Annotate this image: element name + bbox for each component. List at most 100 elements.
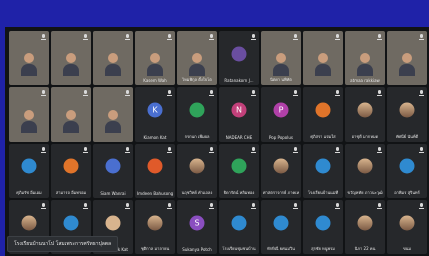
participant-tile[interactable]: ไหมพิกุล ตั้งใจโต	[177, 31, 217, 86]
mic-muted-icon	[83, 90, 88, 97]
participant-name: Pop Popolus	[269, 134, 293, 140]
participant-avatar	[399, 158, 415, 174]
participant-tile[interactable]	[93, 87, 133, 142]
meeting-gallery-view: Kasem Wah ไหมพิกุล ตั้งใจโต Ratanakorn J..…	[5, 27, 429, 256]
participant-name: ทัศนีย์ นันท์ดี	[395, 133, 419, 139]
participant-name: อาชุดี มากหมด	[351, 133, 379, 139]
participant-avatar: S	[189, 215, 205, 231]
mic-muted-icon	[41, 146, 46, 153]
participant-avatar: K	[147, 102, 163, 118]
mic-muted-icon	[83, 34, 88, 40]
participant-tile[interactable]: ศาสตราจารย์ ภาคเหนือ	[261, 143, 301, 198]
participant-tile[interactable]: ทัศนีย์ นันท์ดี	[387, 87, 427, 142]
participant-avatar	[231, 215, 247, 231]
participant-name: Imdeen Bahusongi	[137, 190, 173, 196]
mic-muted-icon	[209, 146, 214, 153]
participant-tile[interactable]: ชุติกาล มาลายน	[135, 199, 175, 254]
mic-muted-icon	[419, 146, 424, 153]
participant-name: โรงเรียนบ้านแม่ที	[307, 189, 339, 195]
participant-tile[interactable]: atmaa rakkiaw	[345, 31, 385, 86]
participant-name: ศาสตราจารย์ ภาคเหนือ	[263, 189, 299, 195]
participant-tile[interactable]: นิภา 22 คน	[345, 199, 385, 254]
participant-video-feed	[315, 53, 331, 77]
participant-tile[interactable]: Siam Wanrai	[93, 143, 133, 198]
mic-muted-icon	[125, 90, 130, 97]
participant-name: ธิดารัตน์ หลิมทอง	[223, 189, 255, 195]
participant-tile[interactable]: P Pop Popolus	[261, 87, 301, 142]
participant-name: นิภา 22 คน	[354, 246, 376, 251]
participant-tile[interactable]: กรกนก เพิ่มผล	[177, 87, 217, 142]
participant-avatar	[315, 215, 331, 231]
participant-tile[interactable]: นฤชวิทย์ คำแถลง	[177, 143, 217, 198]
participant-tile[interactable]: อาชุดี มากหมด	[345, 87, 385, 142]
participant-avatar	[357, 102, 373, 118]
mic-muted-icon	[335, 202, 340, 209]
participant-tile[interactable]	[303, 31, 343, 86]
participant-tile[interactable]: นิตยา นพิทัต	[261, 31, 301, 86]
participant-avatar	[399, 102, 415, 118]
participant-name: Ratanakorn J...	[224, 78, 254, 84]
participant-name: นิตยา นพิทัต	[270, 77, 292, 83]
participant-tile[interactable]: โรงเรียนชุมชนบ้าน	[219, 199, 259, 254]
participant-tile[interactable]: Kasem Wah	[135, 31, 175, 86]
participant-tile[interactable]	[9, 87, 49, 142]
participant-avatar	[147, 215, 163, 231]
mic-muted-icon	[419, 202, 424, 209]
participant-tile[interactable]: S Sukanya Potch	[177, 199, 217, 254]
participant-tile[interactable]: Ratanakorn J...	[219, 31, 259, 86]
participant-avatar	[189, 102, 205, 118]
participant-grid: Kasem Wah ไหมพิกุล ตั้งใจโต Ratanakorn J..…	[9, 31, 427, 254]
participant-name: NADEAR CHE	[225, 134, 253, 140]
participant-video-feed	[357, 53, 373, 77]
mic-muted-icon	[335, 34, 340, 40]
participant-tile[interactable]: สามารถ อิ่มทรอม	[51, 143, 91, 198]
participant-tile[interactable]	[93, 31, 133, 86]
mic-muted-icon	[377, 90, 382, 97]
participant-video-feed	[105, 53, 121, 77]
participant-tile[interactable]	[51, 31, 91, 86]
participant-tile[interactable]: ทักษิณี ยศแม่วิน	[261, 199, 301, 254]
participant-tile[interactable]	[9, 31, 49, 86]
mic-muted-icon	[251, 202, 256, 209]
participant-avatar	[189, 158, 205, 174]
mic-muted-icon	[293, 202, 298, 209]
participant-tile[interactable]: Imdeen Bahusongi	[135, 143, 175, 198]
participant-name: ขวัญหทัย ภาวนะวุฒิ	[347, 189, 383, 195]
participant-tile[interactable]: ศุภิมรัช อิ่มเอม	[9, 143, 49, 198]
participant-avatar	[231, 46, 247, 62]
participant-tile[interactable]: ธิดารัตน์ หลิมทอง	[219, 143, 259, 198]
participant-video-feed	[21, 109, 37, 133]
participant-tile[interactable]: สุรชัย หนูพรม	[303, 199, 343, 254]
participant-name: สุรชัย หนูพรม	[311, 246, 335, 251]
participant-tile[interactable]: อาพิมร สุรินทร์	[387, 143, 427, 198]
mic-muted-icon	[83, 146, 88, 153]
participant-video-feed	[189, 53, 205, 77]
participant-avatar	[231, 158, 247, 174]
participant-avatar	[105, 158, 121, 174]
mic-muted-icon	[419, 34, 424, 40]
participant-tile[interactable]: ศุภิสรา แจ่มใส	[303, 87, 343, 142]
mic-muted-icon	[209, 202, 214, 209]
participant-name: ชุติกาล มาลายน	[140, 246, 170, 251]
mic-muted-icon	[41, 202, 46, 209]
mic-muted-icon	[41, 90, 46, 97]
mic-muted-icon	[377, 146, 382, 153]
participant-name: Siam Wanrai	[100, 190, 126, 196]
mic-muted-icon	[335, 90, 340, 97]
mic-muted-icon	[209, 34, 214, 40]
mic-muted-icon	[335, 146, 340, 153]
participant-video-feed	[399, 53, 415, 77]
participant-tile[interactable]: K Kiamon Kat	[135, 87, 175, 142]
participant-avatar: N	[231, 102, 247, 118]
participant-tile[interactable]	[51, 87, 91, 142]
participant-tile[interactable]: N NADEAR CHE	[219, 87, 259, 142]
participant-avatar	[21, 215, 37, 231]
participant-tile[interactable]: โรงเรียนบ้านแม่ที	[303, 143, 343, 198]
mic-muted-icon	[125, 146, 130, 153]
participant-tile[interactable]: ขวัญหทัย ภาวนะวุฒิ	[345, 143, 385, 198]
participant-tile[interactable]: ขนม	[387, 199, 427, 254]
participant-name: สามารถ อิ่มทรอม	[55, 189, 87, 195]
participant-avatar	[273, 158, 289, 174]
participant-name: กรกนก เพิ่มผล	[184, 133, 210, 139]
participant-tile[interactable]	[387, 31, 427, 86]
